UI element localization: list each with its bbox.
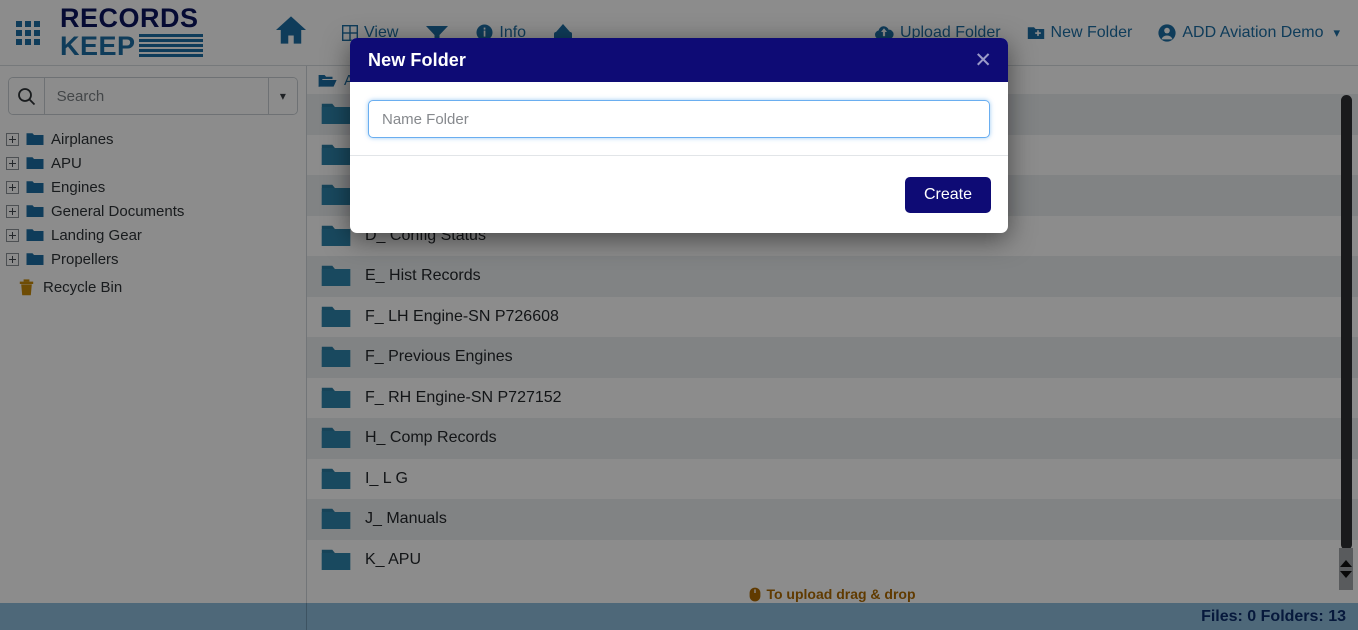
dialog-header: New Folder ✕: [350, 38, 1008, 82]
new-folder-dialog: New Folder ✕ Create: [350, 38, 1008, 233]
close-icon[interactable]: ✕: [974, 50, 992, 71]
create-button[interactable]: Create: [905, 177, 991, 213]
dialog-footer: Create: [350, 155, 1008, 233]
dialog-body: [350, 82, 1008, 155]
folder-name-input[interactable]: [368, 100, 990, 138]
dialog-title: New Folder: [368, 50, 466, 71]
